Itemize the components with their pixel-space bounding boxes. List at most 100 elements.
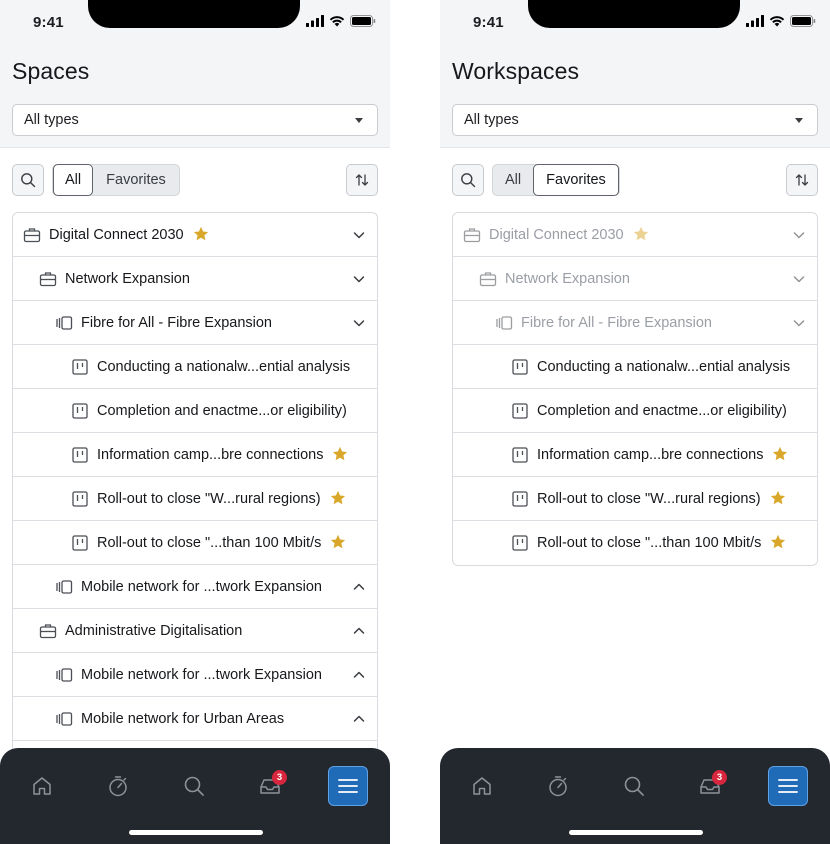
tree-row-label: Conducting a nationalw...ential analysis	[537, 359, 791, 375]
chevron-down-icon[interactable]	[793, 317, 805, 329]
tree-row[interactable]: Digital Connect 2030	[453, 213, 817, 257]
tree-row-label: Roll-out to close "W...rural regions)	[97, 491, 321, 507]
device-notch	[88, 0, 300, 28]
tree-row[interactable]: Network Expansion	[453, 257, 817, 301]
tree-row[interactable]: Fibre for All - Fibre Expansion	[13, 301, 377, 345]
tree-row[interactable]: Roll-out to close "W...rural regions)	[13, 477, 377, 521]
tab-home[interactable]	[22, 766, 62, 806]
tree-row[interactable]: Completion and enactme...or eligibility)	[13, 389, 377, 433]
tree-row[interactable]: Network Expansion	[13, 257, 377, 301]
type-filter-select[interactable]: All types	[452, 104, 818, 136]
chevron-down-icon[interactable]	[793, 229, 805, 241]
status-icons	[746, 15, 816, 27]
segment-all[interactable]: All	[53, 164, 93, 196]
search-icon	[461, 173, 476, 188]
stack-icon	[55, 666, 73, 684]
chevron-up-icon[interactable]	[353, 713, 365, 725]
device-notch	[528, 0, 740, 28]
board-icon	[511, 490, 529, 508]
search-button[interactable]	[452, 164, 484, 196]
segment-favorites[interactable]: Favorites	[93, 165, 179, 195]
tree-row[interactable]: Roll-out to close "...than 100 Mbit/s	[13, 521, 377, 565]
favorite-star-icon[interactable]	[771, 445, 789, 463]
filter-row: All Favorites	[12, 164, 378, 196]
tree-row-label: Roll-out to close "...than 100 Mbit/s	[537, 535, 762, 551]
tree-row-label: Fibre for All - Fibre Expansion	[521, 315, 712, 331]
workspaces-screen: 9:41 Workspaces All types All Favorites …	[440, 0, 830, 844]
home-indicator	[569, 830, 703, 835]
sort-button[interactable]	[786, 164, 818, 196]
tab-menu[interactable]	[768, 766, 808, 806]
tree-row[interactable]: Mobile network for ...twork Expansion	[13, 565, 377, 609]
battery-icon	[790, 15, 816, 27]
wifi-icon	[769, 16, 785, 27]
favorite-star-icon[interactable]	[329, 533, 347, 551]
favorite-star-icon[interactable]	[769, 533, 787, 551]
tree-row[interactable]: Conducting a nationalw...ential analysis	[13, 345, 377, 389]
tree-row[interactable]: Roll-out to close "W...rural regions)	[453, 477, 817, 521]
wifi-icon	[329, 16, 345, 27]
search-icon	[624, 776, 644, 796]
tree-row[interactable]: Mobile network for Urban Areas	[13, 697, 377, 741]
sort-icon	[795, 174, 809, 186]
type-filter-select[interactable]: All types	[12, 104, 378, 136]
chevron-up-icon[interactable]	[353, 581, 365, 593]
tab-inbox[interactable]: 3	[690, 766, 730, 806]
chevron-down-icon[interactable]	[793, 273, 805, 285]
board-icon	[511, 358, 529, 376]
tab-home[interactable]	[462, 766, 502, 806]
inbox-badge: 3	[272, 770, 287, 785]
segment-all[interactable]: All	[493, 165, 533, 195]
tree-row-label: Digital Connect 2030	[489, 227, 624, 243]
home-icon	[473, 777, 491, 795]
home-indicator	[129, 830, 263, 835]
chevron-down-icon[interactable]	[353, 229, 365, 241]
search-button[interactable]	[12, 164, 44, 196]
briefcase-icon	[39, 622, 57, 640]
tab-timer[interactable]	[98, 766, 138, 806]
chevron-down-icon[interactable]	[353, 273, 365, 285]
tree-row-label: Fibre for All - Fibre Expansion	[81, 315, 272, 331]
briefcase-icon	[23, 226, 41, 244]
favorite-star-icon[interactable]	[331, 445, 349, 463]
tab-inbox[interactable]: 3	[250, 766, 290, 806]
tree-row-label: Roll-out to close "...than 100 Mbit/s	[97, 535, 322, 551]
chevron-down-icon[interactable]	[353, 317, 365, 329]
favorite-star-icon[interactable]	[632, 225, 650, 243]
timer-icon	[549, 776, 567, 797]
tab-menu[interactable]	[328, 766, 368, 806]
tab-timer[interactable]	[538, 766, 578, 806]
chevron-up-icon[interactable]	[353, 625, 365, 637]
type-filter-value: All types	[24, 112, 79, 128]
search-icon	[184, 776, 204, 796]
segment-favorites[interactable]: Favorites	[533, 164, 619, 196]
tree-row[interactable]: Administrative Digitalisation	[13, 609, 377, 653]
favorite-star-icon[interactable]	[192, 225, 210, 243]
briefcase-icon	[479, 270, 497, 288]
tree-row[interactable]: Mobile network for ...twork Expansion	[13, 653, 377, 697]
tree-row[interactable]: Completion and enactme...or eligibility)	[453, 389, 817, 433]
timer-icon	[109, 776, 127, 797]
tree-row-label: Completion and enactme...or eligibility)	[537, 403, 787, 419]
tab-search[interactable]	[614, 766, 654, 806]
tab-search[interactable]	[174, 766, 214, 806]
tree-row-label: Information camp...bre connections	[97, 447, 324, 463]
tree-row-label: Digital Connect 2030	[49, 227, 184, 243]
favorite-star-icon[interactable]	[329, 489, 347, 507]
workspace-tree: Digital Connect 2030 Network Expansion Fib…	[452, 212, 818, 566]
sort-button[interactable]	[346, 164, 378, 196]
chevron-up-icon[interactable]	[353, 669, 365, 681]
tree-row[interactable]: Conducting a nationalw...ential analysis	[453, 345, 817, 389]
favorite-star-icon[interactable]	[769, 489, 787, 507]
tree-row[interactable]: Information camp...bre connections	[453, 433, 817, 477]
battery-icon	[350, 15, 376, 27]
tree-row-label: Network Expansion	[65, 271, 190, 287]
board-icon	[71, 490, 89, 508]
tree-row[interactable]: Digital Connect 2030	[13, 213, 377, 257]
tree-row-label: Completion and enactme...or eligibility)	[97, 403, 347, 419]
spaces-screen: 9:41 Spaces All types All Favorites Digi…	[0, 0, 390, 844]
tree-row[interactable]: Fibre for All - Fibre Expansion	[453, 301, 817, 345]
tree-row[interactable]: Information camp...bre connections	[13, 433, 377, 477]
tree-row-label: Mobile network for Urban Areas	[81, 711, 285, 727]
tree-row[interactable]: Roll-out to close "...than 100 Mbit/s	[453, 521, 817, 565]
